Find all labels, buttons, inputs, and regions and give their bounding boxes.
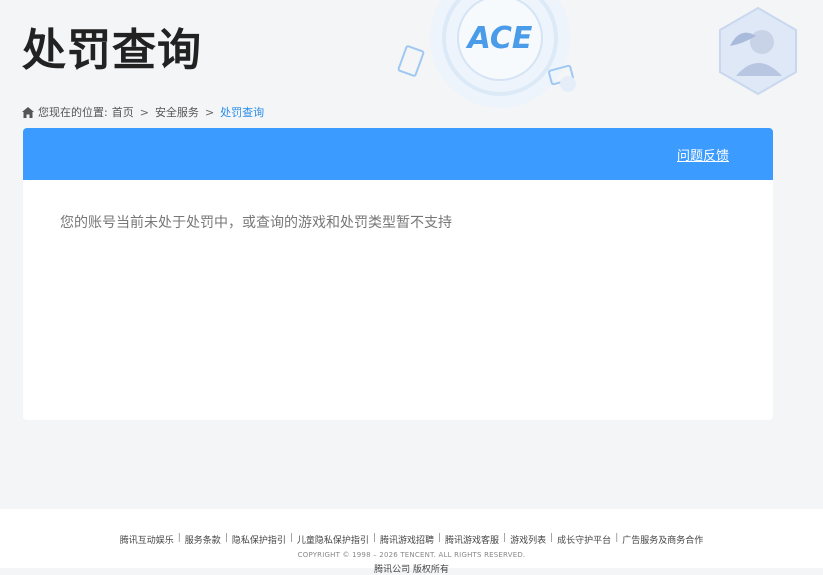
breadcrumb-security-services[interactable]: 安全服务	[155, 104, 199, 120]
character-avatar	[719, 6, 797, 96]
breadcrumb-separator: >	[139, 105, 149, 119]
footer-link-tencent-games[interactable]: 腾讯互动娱乐	[120, 533, 174, 546]
footer-link-terms[interactable]: 服务条款	[185, 533, 221, 546]
copyright: COPYRIGHT © 1998 – 2026 TENCENT. ALL RIG…	[297, 551, 526, 559]
footer-link-privacy[interactable]: 隐私保护指引	[232, 533, 286, 546]
card-header: 问题反馈	[23, 128, 773, 180]
footer: 腾讯互动娱乐 | 服务条款 | 隐私保护指引 | 儿童隐私保护指引 | 腾讯游戏招聘 | …	[0, 509, 823, 575]
feedback-link[interactable]: 问题反馈	[677, 145, 729, 164]
footer-link-support[interactable]: 腾讯游戏客服	[445, 533, 499, 546]
result-card: 问题反馈 您的账号当前未处于处罚中，或查询的游戏和处罚类型暂不支持	[23, 128, 773, 420]
company-notice: 腾讯公司 版权所有	[374, 565, 449, 575]
footer-link-child-privacy[interactable]: 儿童隐私保护指引	[297, 533, 369, 546]
home-icon	[22, 106, 34, 118]
footer-link-growth-guard[interactable]: 成长守护平台	[557, 533, 611, 546]
footer-links: 腾讯互动娱乐 | 服务条款 | 隐私保护指引 | 儿童隐私保护指引 | 腾讯游戏招聘 | …	[119, 533, 704, 546]
footer-link-careers[interactable]: 腾讯游戏招聘	[380, 533, 434, 546]
breadcrumb-home[interactable]: 首页	[112, 104, 134, 120]
result-message: 您的账号当前未处于处罚中，或查询的游戏和处罚类型暂不支持	[60, 215, 452, 231]
breadcrumb-current: 处罚查询	[220, 106, 265, 119]
ace-logo-icon: ACE	[397, 0, 576, 108]
footer-link-advertising[interactable]: 广告服务及商务合作	[622, 533, 703, 546]
footer-link-game-list[interactable]: 游戏列表	[510, 533, 546, 546]
page-title: 处罚查询	[22, 25, 202, 76]
breadcrumb-separator: >	[204, 105, 215, 119]
ace-logo-text: ACE	[466, 21, 533, 56]
breadcrumb-prefix: 您现在的位置:	[38, 106, 108, 119]
breadcrumb: 您现在的位置: 首页 > 安全服务 > 处罚查询	[22, 104, 264, 120]
